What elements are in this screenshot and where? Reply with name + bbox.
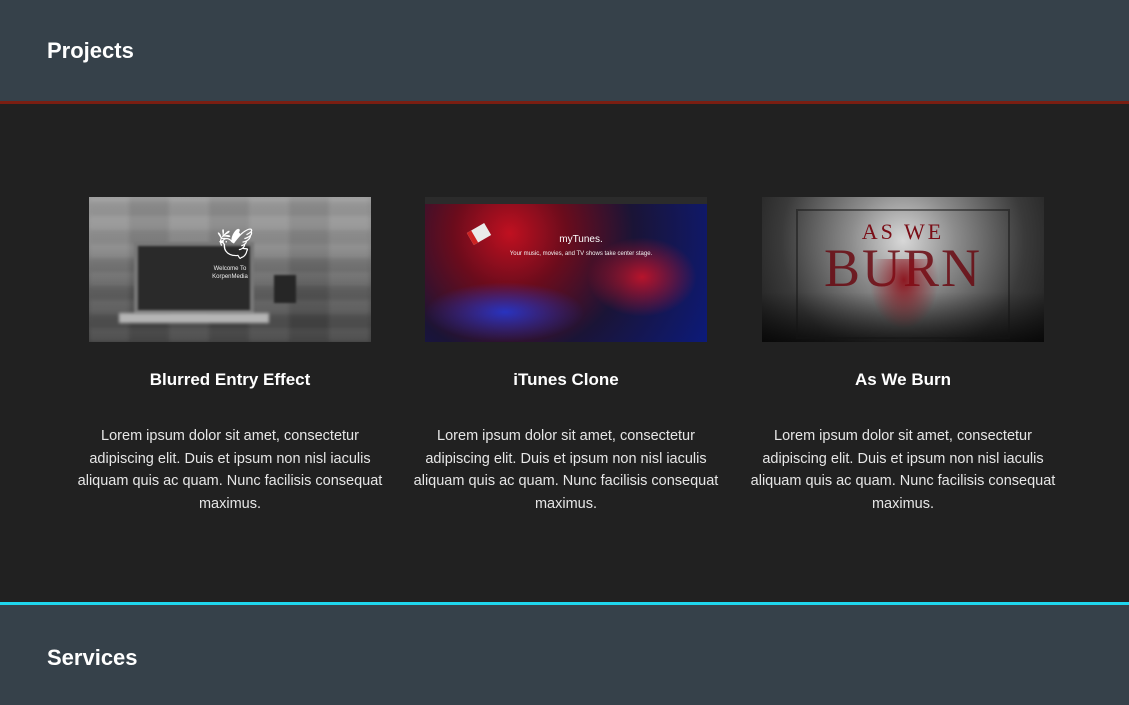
project-card-itunes-clone[interactable]: myTunes. Your music, movies, and TV show… bbox=[406, 197, 726, 515]
project-thumbnail[interactable]: myTunes. Your music, movies, and TV show… bbox=[425, 197, 707, 342]
thumb-tagline: Your music, movies, and TV shows take ce… bbox=[509, 251, 653, 257]
projects-title: Projects bbox=[47, 38, 134, 63]
phoenix-logo-icon bbox=[869, 259, 939, 329]
thumb-blue-glow bbox=[425, 282, 585, 342]
services-title: Services bbox=[47, 645, 138, 670]
project-description: Lorem ipsum dolor sit amet, consectetur … bbox=[413, 428, 719, 512]
projects-header: Projects bbox=[0, 0, 1129, 101]
project-card-blurred-entry[interactable]: 🕊 Welcome To KorpenMedia Blurred Entry E… bbox=[70, 197, 390, 515]
project-description: Lorem ipsum dolor sit amet, consectetur … bbox=[750, 428, 1056, 512]
laptop-base-shape bbox=[119, 313, 269, 323]
project-description: Lorem ipsum dolor sit amet, consectetur … bbox=[77, 428, 383, 512]
mug-shape bbox=[274, 275, 296, 303]
project-card-as-we-burn[interactable]: AS WE BURN As We Burn Lorem ipsum dolor … bbox=[743, 197, 1063, 515]
thumb-red-glow bbox=[587, 237, 697, 317]
project-title[interactable]: iTunes Clone bbox=[406, 370, 726, 390]
project-thumbnail[interactable]: 🕊 Welcome To KorpenMedia bbox=[89, 197, 371, 342]
thumb-brand: myTunes. bbox=[559, 234, 603, 245]
services-header: Services bbox=[0, 605, 1129, 705]
bird-logo-icon: 🕊 bbox=[216, 228, 255, 261]
thumb-nav-bar bbox=[425, 197, 707, 204]
project-title[interactable]: Blurred Entry Effect bbox=[70, 370, 390, 390]
thumb-welcome-text: Welcome To KorpenMedia bbox=[212, 266, 248, 280]
project-thumbnail[interactable]: AS WE BURN bbox=[762, 197, 1044, 342]
project-title[interactable]: As We Burn bbox=[743, 370, 1063, 390]
projects-divider bbox=[0, 101, 1129, 104]
